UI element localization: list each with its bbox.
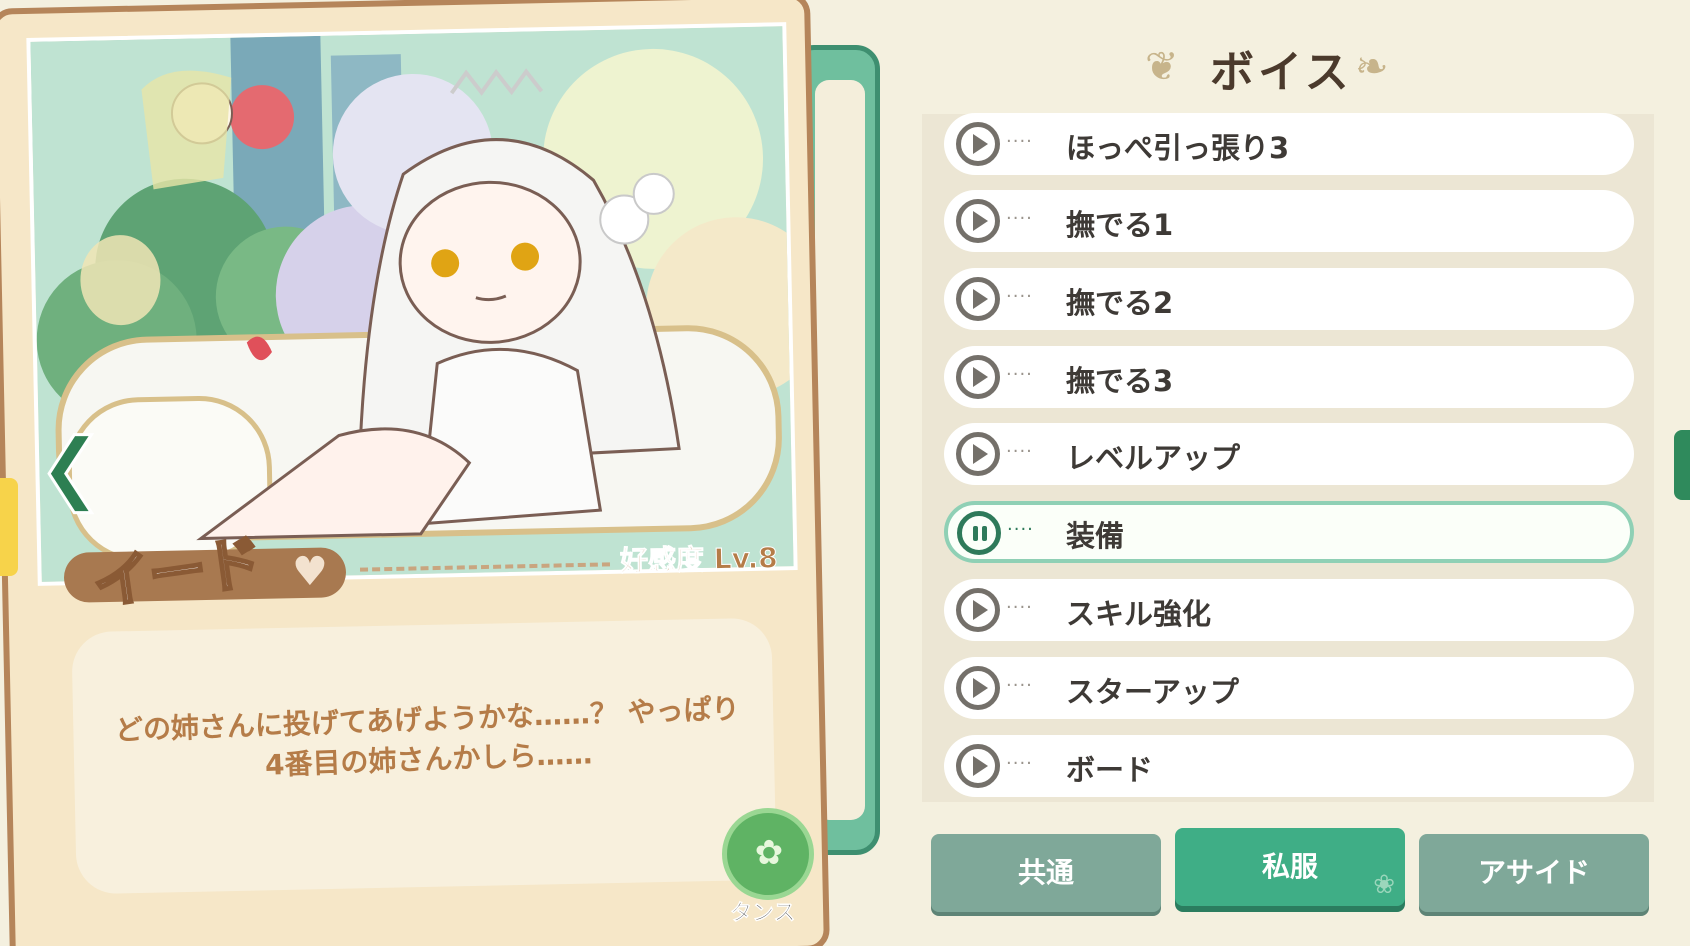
voice-item-board[interactable]: ···· ボード bbox=[944, 735, 1634, 797]
tab-common[interactable]: 共通 bbox=[931, 834, 1161, 912]
voice-label: 撫でる1 bbox=[1066, 208, 1174, 242]
dots: ···· bbox=[1006, 286, 1033, 307]
play-icon[interactable] bbox=[956, 588, 1000, 632]
voice-label: スターアップ bbox=[1066, 675, 1239, 709]
heart-icon: ♥ bbox=[292, 549, 328, 595]
voice-label: スキル強化 bbox=[1066, 597, 1212, 631]
tab-aside[interactable]: アサイド bbox=[1419, 834, 1649, 912]
voice-label: ほっぺ引っ張り3 bbox=[1066, 131, 1290, 165]
voice-item-pat-3[interactable]: ···· 撫でる3 bbox=[944, 346, 1634, 408]
play-icon[interactable] bbox=[956, 355, 1000, 399]
play-icon[interactable] bbox=[956, 122, 1000, 166]
back-button[interactable]: ❮ bbox=[36, 427, 108, 510]
tab-casual-label: 私服 bbox=[1261, 850, 1318, 883]
dots: ···· bbox=[1006, 131, 1033, 152]
voice-label: レベルアップ bbox=[1066, 441, 1241, 475]
wardrobe-label: タンス bbox=[730, 901, 796, 927]
voice-item-level-up[interactable]: ···· レベルアップ bbox=[944, 423, 1634, 485]
side-marker bbox=[0, 478, 18, 576]
voice-label: 撫でる3 bbox=[1066, 364, 1174, 398]
dots: ···· bbox=[1006, 364, 1033, 385]
dots: ···· bbox=[1006, 597, 1033, 618]
voice-label: 装備 bbox=[1066, 519, 1125, 553]
voice-item-pat-1[interactable]: ···· 撫でる1 bbox=[944, 190, 1634, 252]
dots: ···· bbox=[1006, 753, 1033, 774]
play-icon[interactable] bbox=[956, 432, 1000, 476]
play-icon[interactable] bbox=[956, 744, 1000, 788]
laurel-left-icon: ❦ bbox=[1145, 44, 1179, 90]
chevron-left-icon: ❮ bbox=[36, 423, 104, 513]
pause-icon[interactable] bbox=[957, 511, 1001, 555]
voice-label: ボード bbox=[1066, 753, 1154, 787]
voice-item-pat-2[interactable]: ···· 撫でる2 bbox=[944, 268, 1634, 330]
dots: ···· bbox=[1006, 208, 1033, 229]
panel-title: ボイス bbox=[1210, 47, 1353, 98]
laurel-right-icon: ❧ bbox=[1355, 44, 1389, 90]
character-illustration bbox=[26, 22, 798, 586]
game-screen: ❮ イード ♥ 好感度 Lv.8 どの姉さんに投げてあげようかな……？ やっぱり… bbox=[0, 0, 1690, 946]
wardrobe-icon: ✿ bbox=[754, 833, 784, 873]
voice-item-cheek-pull-3[interactable]: ···· ほっぺ引っ張り3 bbox=[944, 113, 1634, 175]
dots: ···· bbox=[1007, 519, 1034, 540]
next-arrow[interactable] bbox=[1674, 430, 1690, 500]
play-icon[interactable] bbox=[956, 277, 1000, 321]
affinity-level: 好感度 Lv.8 bbox=[619, 541, 779, 578]
voice-item-star-up[interactable]: ···· スターアップ bbox=[944, 657, 1634, 719]
play-icon[interactable] bbox=[956, 199, 1000, 243]
dots: ···· bbox=[1006, 441, 1033, 462]
voice-item-equip[interactable]: ···· 装備 bbox=[944, 501, 1634, 563]
voice-item-skill-up[interactable]: ···· スキル強化 bbox=[944, 579, 1634, 641]
tab-casual[interactable]: 私服 ❀ bbox=[1175, 828, 1405, 906]
leaf-icon: ❀ bbox=[1373, 870, 1395, 900]
play-icon[interactable] bbox=[956, 666, 1000, 710]
voice-label: 撫でる2 bbox=[1066, 286, 1174, 320]
dots: ···· bbox=[1006, 675, 1033, 696]
wardrobe-button[interactable]: ✿ bbox=[722, 808, 814, 900]
